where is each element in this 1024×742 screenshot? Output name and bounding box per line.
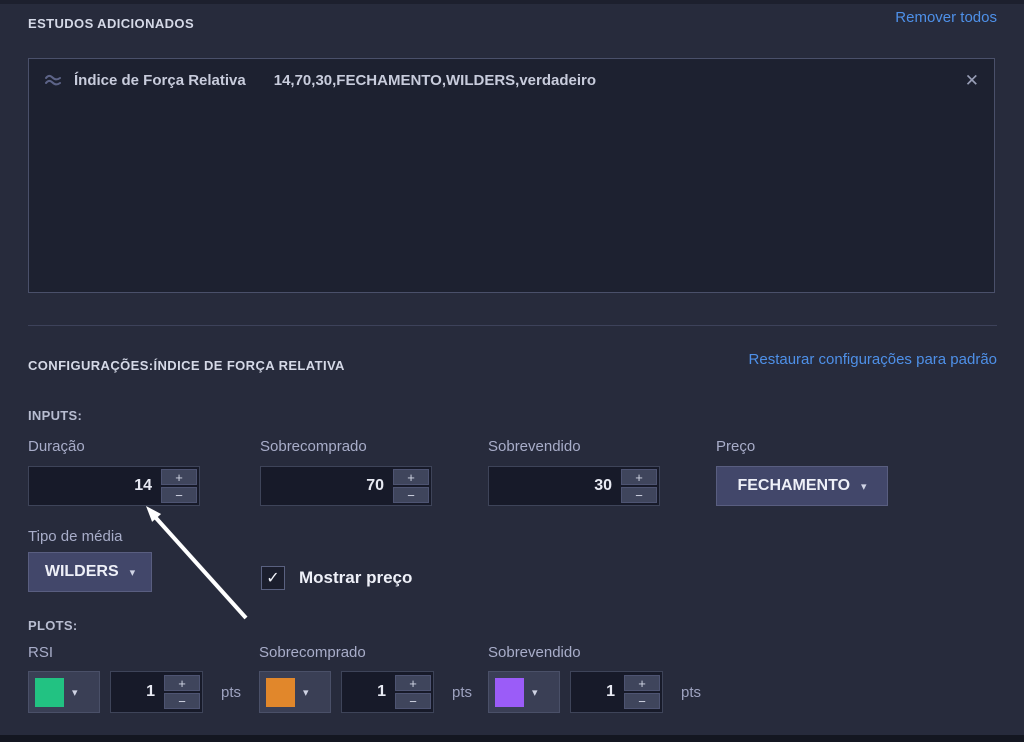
- plot-rsi-width-input[interactable]: 1 + −: [110, 671, 203, 713]
- added-studies-list: Índice de Força Relativa 14,70,30,FECHAM…: [28, 58, 995, 293]
- study-name: Índice de Força Relativa: [74, 72, 246, 89]
- plot-oversold-color-swatch: [495, 678, 524, 707]
- overbought-label: Sobrecomprado: [260, 438, 432, 455]
- inputs-header: INPUTS:: [28, 408, 82, 423]
- plot-oversold-width-stepper: + −: [624, 675, 660, 709]
- plot-overbought-color-dropdown[interactable]: ▾: [259, 671, 331, 713]
- plot-rsi-unit: pts: [221, 684, 241, 701]
- remove-all-link[interactable]: Remover todos: [895, 9, 997, 26]
- plot-rsi-group: RSI ▾ 1 + − pts: [28, 644, 241, 713]
- added-studies-title: ESTUDOS ADICIONADOS: [28, 16, 194, 31]
- plot-overbought-width-stepper: + −: [395, 675, 431, 709]
- plot-overbought-label: Sobrecomprado: [259, 644, 472, 661]
- plot-oversold-unit: pts: [681, 684, 701, 701]
- plot-oversold-width-input[interactable]: 1 + −: [570, 671, 663, 713]
- study-params: 14,70,30,FECHAMENTO,WILDERS,verdadeiro: [274, 72, 596, 89]
- plot-overbought-unit: pts: [452, 684, 472, 701]
- price-label: Preço: [716, 438, 888, 455]
- restore-defaults-link[interactable]: Restaurar configurações para padrão: [749, 351, 997, 368]
- duration-label: Duração: [28, 438, 200, 455]
- overbought-value: 70: [263, 477, 393, 495]
- duration-input[interactable]: 14 + −: [28, 466, 200, 506]
- average-type-dropdown-value: WILDERS: [45, 563, 119, 581]
- plot-rsi-color-swatch: [35, 678, 64, 707]
- show-price-row: ✓ Mostrar preço: [261, 566, 412, 590]
- duration-decrement-button[interactable]: −: [161, 487, 197, 503]
- plot-rsi-label: RSI: [28, 644, 241, 661]
- plot-rsi-color-dropdown[interactable]: ▾: [28, 671, 100, 713]
- plot-rsi-width-increment-button[interactable]: +: [164, 675, 200, 691]
- duration-stepper: + −: [161, 469, 197, 503]
- section-divider: [28, 325, 997, 326]
- remove-study-icon[interactable]: ✕: [965, 72, 979, 89]
- caret-down-icon: ▾: [130, 566, 136, 579]
- annotation-arrow: [138, 502, 253, 624]
- study-wave-icon: [44, 73, 64, 87]
- bottom-edge: [0, 735, 1024, 742]
- study-settings-panel: ESTUDOS ADICIONADOS Remover todos Índice…: [0, 0, 1024, 742]
- caret-down-icon: ▾: [532, 686, 538, 699]
- plot-oversold-width-decrement-button[interactable]: −: [624, 693, 660, 709]
- overbought-increment-button[interactable]: +: [393, 469, 429, 485]
- overbought-stepper: + −: [393, 469, 429, 503]
- caret-down-icon: ▾: [303, 686, 309, 699]
- plot-overbought-width-decrement-button[interactable]: −: [395, 693, 431, 709]
- overbought-input[interactable]: 70 + −: [260, 466, 432, 506]
- plot-oversold-group: Sobrevendido ▾ 1 + − pts: [488, 644, 701, 713]
- top-edge: [0, 0, 1024, 4]
- plot-rsi-width-value: 1: [113, 683, 164, 701]
- price-dropdown-value: FECHAMENTO: [737, 477, 850, 495]
- plot-rsi-width-stepper: + −: [164, 675, 200, 709]
- plot-overbought-width-value: 1: [344, 683, 395, 701]
- plots-header: PLOTS:: [28, 618, 77, 633]
- price-field: Preço FECHAMENTO ▾: [716, 438, 888, 506]
- oversold-decrement-button[interactable]: −: [621, 487, 657, 503]
- oversold-label: Sobrevendido: [488, 438, 660, 455]
- caret-down-icon: ▾: [72, 686, 78, 699]
- overbought-decrement-button[interactable]: −: [393, 487, 429, 503]
- plot-oversold-color-dropdown[interactable]: ▾: [488, 671, 560, 713]
- plot-overbought-color-swatch: [266, 678, 295, 707]
- average-type-dropdown[interactable]: WILDERS ▾: [28, 552, 152, 592]
- check-icon: ✓: [266, 568, 279, 588]
- price-dropdown[interactable]: FECHAMENTO ▾: [716, 466, 888, 506]
- caret-down-icon: ▾: [861, 480, 867, 493]
- show-price-label: Mostrar preço: [299, 568, 412, 588]
- plot-overbought-group: Sobrecomprado ▾ 1 + − pts: [259, 644, 472, 713]
- plot-overbought-width-input[interactable]: 1 + −: [341, 671, 434, 713]
- oversold-value: 30: [491, 477, 621, 495]
- duration-increment-button[interactable]: +: [161, 469, 197, 485]
- oversold-increment-button[interactable]: +: [621, 469, 657, 485]
- oversold-input[interactable]: 30 + −: [488, 466, 660, 506]
- plot-rsi-width-decrement-button[interactable]: −: [164, 693, 200, 709]
- average-type-field: Tipo de média WILDERS ▾: [28, 528, 152, 592]
- duration-field: Duração 14 + −: [28, 438, 200, 506]
- oversold-field: Sobrevendido 30 + −: [488, 438, 660, 506]
- average-type-label: Tipo de média: [28, 528, 152, 545]
- oversold-stepper: + −: [621, 469, 657, 503]
- plot-oversold-label: Sobrevendido: [488, 644, 701, 661]
- settings-title: CONFIGURAÇÕES:ÍNDICE DE FORÇA RELATIVA: [28, 358, 345, 373]
- duration-value: 14: [31, 477, 161, 495]
- plot-overbought-width-increment-button[interactable]: +: [395, 675, 431, 691]
- plot-oversold-width-value: 1: [573, 683, 624, 701]
- study-row[interactable]: Índice de Força Relativa 14,70,30,FECHAM…: [29, 59, 994, 101]
- show-price-checkbox[interactable]: ✓: [261, 566, 285, 590]
- plot-oversold-width-increment-button[interactable]: +: [624, 675, 660, 691]
- overbought-field: Sobrecomprado 70 + −: [260, 438, 432, 506]
